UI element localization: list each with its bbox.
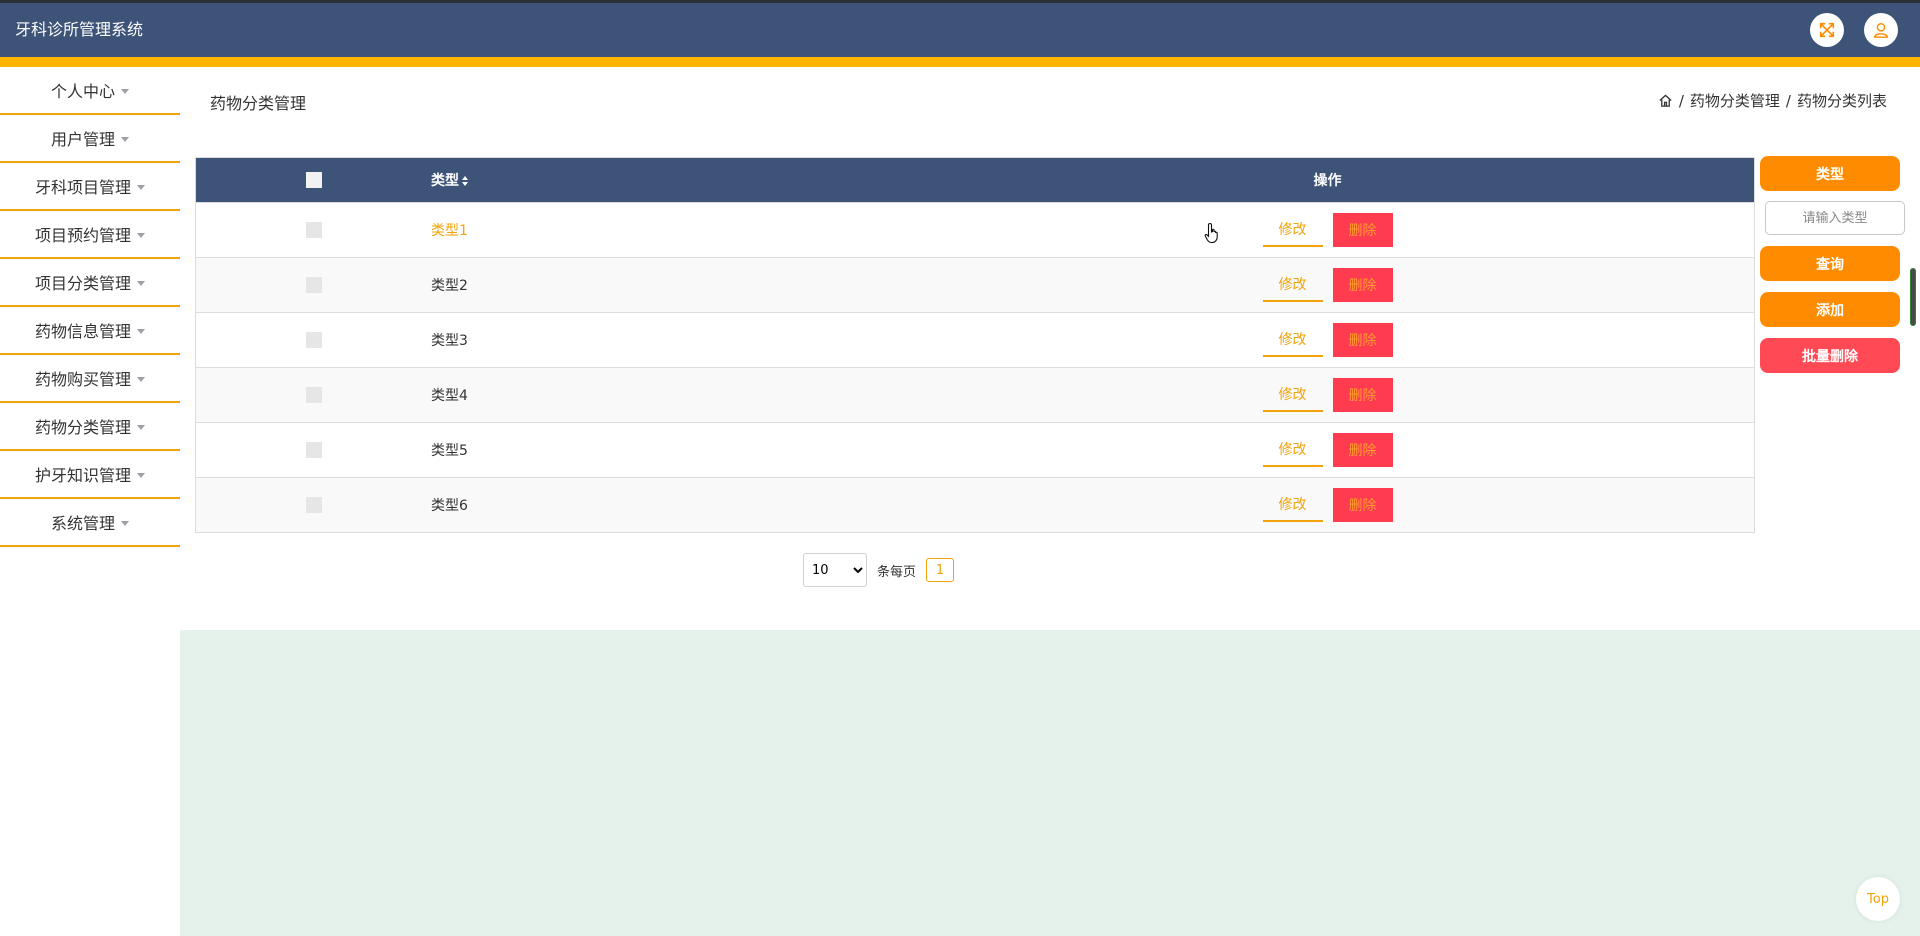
sidebar-item-drug-purchases[interactable]: 药物购买管理 (0, 355, 180, 403)
delete-button[interactable]: 删除 (1332, 322, 1393, 357)
sidebar-item-project-categories[interactable]: 项目分类管理 (0, 259, 180, 307)
sidebar-item-drug-categories[interactable]: 药物分类管理 (0, 403, 180, 451)
caret-down-icon (137, 376, 145, 382)
type-cell: 类型6 (431, 497, 468, 514)
delete-button[interactable]: 删除 (1332, 377, 1393, 412)
batch-delete-button[interactable]: 批量删除 (1760, 338, 1900, 373)
breadcrumb-separator: / (1678, 91, 1684, 110)
type-header-label: 类型 (431, 172, 459, 189)
caret-down-icon (137, 424, 145, 430)
table-row: 类型4 修改 删除 (196, 367, 1754, 422)
app-title: 牙科诊所管理系统 (15, 20, 144, 39)
table-row: 类型5 修改 删除 (196, 422, 1754, 477)
caret-down-icon (121, 520, 129, 526)
row-checkbox[interactable] (305, 496, 322, 513)
type-column-header[interactable]: 类型 (431, 158, 901, 202)
sidebar-item-drug-info[interactable]: 药物信息管理 (0, 307, 180, 355)
type-cell: 类型4 (431, 387, 468, 404)
scrollbar-thumb[interactable] (1910, 268, 1916, 326)
select-all-checkbox[interactable] (305, 171, 322, 188)
delete-button[interactable]: 删除 (1332, 432, 1393, 467)
edit-button[interactable]: 修改 (1262, 213, 1323, 247)
search-button[interactable]: 查询 (1760, 246, 1900, 281)
page-number-button[interactable]: 1 (926, 558, 955, 582)
edit-button[interactable]: 修改 (1262, 488, 1323, 522)
sidebar-item-label: 护牙知识管理 (34, 466, 131, 485)
pagination: 10 条每页 1 (803, 553, 955, 587)
edit-button[interactable]: 修改 (1262, 268, 1323, 302)
breadcrumb: / 药物分类管理 / 药物分类列表 (1658, 90, 1887, 111)
caret-down-icon (137, 184, 145, 190)
user-icon (1873, 22, 1889, 38)
caret-down-icon (137, 280, 145, 286)
sidebar-item-system[interactable]: 系统管理 (0, 499, 180, 547)
type-search-input[interactable] (1765, 201, 1905, 235)
sidebar-item-label: 项目分类管理 (34, 274, 131, 293)
sort-icon[interactable] (461, 175, 469, 187)
hand-cursor-icon (1204, 222, 1218, 244)
per-page-label: 条每页 (877, 564, 917, 580)
row-checkbox[interactable] (305, 386, 322, 403)
sidebar-item-label: 用户管理 (50, 130, 115, 149)
home-icon[interactable] (1658, 93, 1673, 108)
row-checkbox[interactable] (305, 221, 322, 238)
sidebar-item-label: 药物信息管理 (34, 322, 131, 341)
select-all-header (196, 158, 431, 202)
breadcrumb-separator: / (1785, 91, 1791, 110)
table-row: 类型2 修改 删除 (196, 257, 1754, 312)
sidebar-item-label: 系统管理 (50, 514, 115, 533)
table-row: 类型1 修改 删除 (196, 202, 1754, 257)
caret-down-icon (121, 88, 129, 94)
page-title: 药物分类管理 (210, 94, 307, 113)
user-avatar-button[interactable] (1864, 13, 1898, 47)
delete-button[interactable]: 删除 (1332, 267, 1393, 302)
sidebar-item-personal-center[interactable]: 个人中心 (0, 67, 180, 115)
caret-down-icon (137, 232, 145, 238)
sidebar-item-dental-knowledge[interactable]: 护牙知识管理 (0, 451, 180, 499)
type-filter-label: 类型 (1760, 156, 1900, 191)
add-button[interactable]: 添加 (1760, 292, 1900, 327)
type-cell: 类型5 (431, 442, 468, 459)
row-checkbox[interactable] (305, 276, 322, 293)
sidebar: 个人中心 用户管理 牙科项目管理 项目预约管理 项目分类管理 药物信息管理 药物… (0, 67, 180, 547)
edit-button[interactable]: 修改 (1262, 433, 1323, 467)
caret-down-icon (137, 328, 145, 334)
row-checkbox[interactable] (305, 441, 322, 458)
caret-down-icon (121, 136, 129, 142)
page-size-select[interactable]: 10 (803, 553, 867, 587)
footer-background (180, 630, 1920, 936)
delete-button[interactable]: 删除 (1332, 212, 1393, 247)
delete-button[interactable]: 删除 (1332, 487, 1393, 522)
back-to-top-button[interactable]: Top (1856, 877, 1900, 921)
edit-button[interactable]: 修改 (1262, 323, 1323, 357)
category-table: 类型 操作 类型1 修改 删除 类型2 修改 删除 类型3 修改 删除 类型4 … (195, 157, 1755, 533)
sidebar-item-label: 个人中心 (50, 82, 115, 101)
type-cell: 类型3 (431, 332, 468, 349)
table-header-row: 类型 操作 (196, 158, 1754, 202)
sidebar-item-label: 药物购买管理 (34, 370, 131, 389)
fullscreen-icon (1819, 22, 1835, 38)
breadcrumb-section[interactable]: 药物分类管理 (1690, 90, 1780, 111)
sidebar-item-label: 药物分类管理 (34, 418, 131, 437)
row-checkbox[interactable] (305, 331, 322, 348)
table-row: 类型3 修改 删除 (196, 312, 1754, 367)
type-cell: 类型2 (431, 277, 468, 294)
ops-column-header: 操作 (1313, 172, 1342, 189)
sidebar-item-dental-projects[interactable]: 牙科项目管理 (0, 163, 180, 211)
sidebar-item-users[interactable]: 用户管理 (0, 115, 180, 163)
filter-panel: 类型 查询 添加 批量删除 (1760, 156, 1906, 373)
sidebar-item-label: 牙科项目管理 (34, 178, 131, 197)
accent-bar (0, 57, 1920, 67)
edit-button[interactable]: 修改 (1262, 378, 1323, 412)
sidebar-item-label: 项目预约管理 (34, 226, 131, 245)
type-cell: 类型1 (431, 222, 468, 239)
table-row: 类型6 修改 删除 (196, 477, 1754, 532)
fullscreen-button[interactable] (1810, 13, 1844, 47)
caret-down-icon (137, 472, 145, 478)
top-header: 牙科诊所管理系统 (0, 3, 1920, 57)
sidebar-item-project-appointments[interactable]: 项目预约管理 (0, 211, 180, 259)
breadcrumb-current: 药物分类列表 (1796, 92, 1887, 110)
